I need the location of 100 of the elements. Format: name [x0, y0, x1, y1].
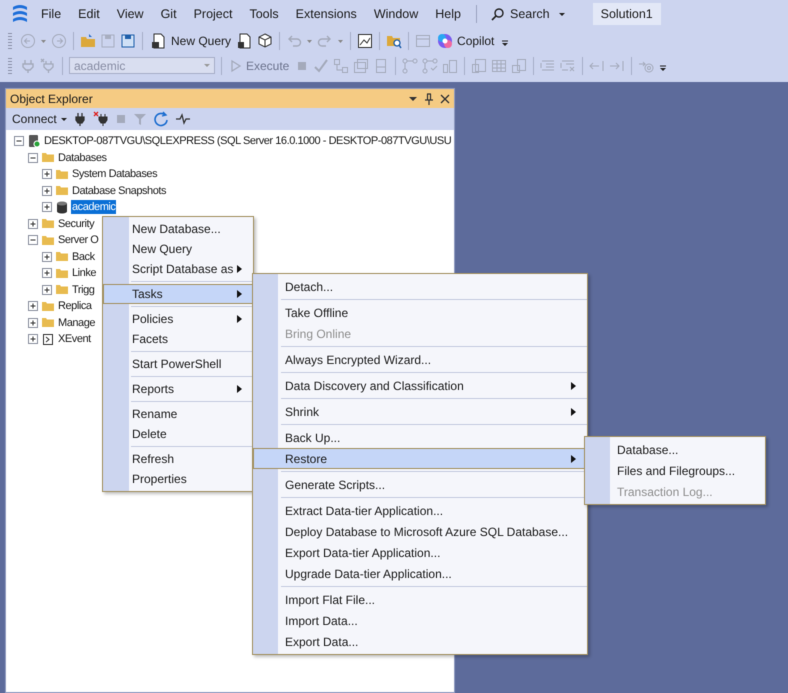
- menu-item[interactable]: Deploy Database to Microsoft Azure SQL Database...: [253, 521, 587, 542]
- menu-item[interactable]: Detach...: [253, 276, 587, 297]
- menu-item[interactable]: Window: [374, 7, 418, 21]
- menu-item[interactable]: Export Data...: [253, 631, 587, 652]
- filter-icon[interactable]: [132, 111, 147, 127]
- search-button[interactable]: Search: [485, 7, 571, 21]
- menu-item[interactable]: Edit: [78, 7, 100, 21]
- tree-node-label[interactable]: System Databases: [71, 167, 158, 182]
- uncomment-icon[interactable]: [560, 58, 576, 74]
- cube-icon[interactable]: [257, 32, 274, 48]
- expander-icon[interactable]: [42, 186, 52, 196]
- expander-icon[interactable]: [28, 152, 38, 163]
- grid-icon[interactable]: [491, 58, 508, 74]
- menu-item[interactable]: Back Up...: [253, 427, 587, 448]
- tree-node-label[interactable]: Manage: [57, 316, 96, 330]
- menu-item[interactable]: Rename: [103, 404, 253, 424]
- expander-icon[interactable]: [28, 318, 38, 328]
- expander-icon[interactable]: [42, 202, 52, 212]
- bar-chart-icon[interactable]: [442, 58, 458, 74]
- folder-icon: [56, 251, 68, 262]
- plug-icon[interactable]: [72, 111, 87, 127]
- menu-item[interactable]: Policies: [103, 309, 253, 329]
- menu-item[interactable]: New Database...: [103, 219, 253, 239]
- expander-icon[interactable]: [28, 334, 38, 344]
- menu-item[interactable]: Start PowerShell: [103, 354, 253, 374]
- menu-item[interactable]: Project: [194, 7, 232, 21]
- menu-item[interactable]: View: [116, 7, 144, 21]
- menu-item[interactable]: Always Encrypted Wizard...: [253, 349, 587, 370]
- menu-item[interactable]: Shrink: [253, 401, 587, 422]
- tree-node-label[interactable]: Replica: [57, 299, 93, 314]
- expander-icon[interactable]: [42, 169, 52, 180]
- expander-icon[interactable]: [14, 136, 24, 146]
- tree-node-label[interactable]: Database Snapshots: [71, 184, 168, 198]
- menu-item[interactable]: Properties: [103, 469, 253, 489]
- export-icon[interactable]: [511, 58, 528, 74]
- folder-icon[interactable]: [80, 32, 96, 48]
- menu-item[interactable]: Git: [160, 7, 177, 21]
- tree-node-label[interactable]: academic: [71, 200, 116, 214]
- toolbar-grip[interactable]: [8, 58, 12, 74]
- tree-node-label[interactable]: DESKTOP-087TVGU\SQLEXPRESS (SQL Server 16.0.1000 - DESKTOP-087TVGU\USU: [43, 134, 452, 148]
- forward-icon[interactable]: [51, 32, 67, 48]
- activity-icon[interactable]: [174, 111, 191, 127]
- document-icon: [151, 32, 167, 48]
- toolbar-grip[interactable]: [8, 32, 12, 48]
- redo-icon[interactable]: [317, 32, 334, 48]
- tree-node-label[interactable]: Back: [71, 250, 96, 264]
- document-icon[interactable]: [237, 32, 254, 48]
- menu-item[interactable]: Extract Data-tier Application...: [253, 500, 587, 521]
- menu-item[interactable]: Script Database as: [103, 259, 253, 279]
- menu-item[interactable]: Export Data-tier Application...: [253, 542, 587, 563]
- tree-node-label[interactable]: Trigg: [71, 282, 96, 297]
- nodes-icon[interactable]: [402, 58, 418, 74]
- menu-item[interactable]: File: [41, 7, 62, 21]
- folder-icon: [56, 185, 68, 196]
- pin-icon[interactable]: [424, 92, 434, 104]
- menu-item[interactable]: Tools: [249, 7, 279, 21]
- tree-node-label[interactable]: Security: [57, 216, 96, 231]
- checkmark-icon[interactable]: [313, 58, 330, 74]
- tree-node-label[interactable]: Databases: [57, 150, 108, 165]
- expander-icon[interactable]: [28, 301, 38, 312]
- expander-icon[interactable]: [42, 284, 52, 295]
- diagram-icon[interactable]: [333, 58, 350, 74]
- menu-item[interactable]: Facets: [103, 329, 253, 349]
- menu-item[interactable]: Delete: [103, 424, 253, 444]
- menu-item[interactable]: Help: [435, 7, 461, 21]
- menu-item[interactable]: Import Flat File...: [253, 589, 587, 610]
- menu-item[interactable]: New Query: [103, 239, 253, 259]
- save-all-icon[interactable]: [120, 32, 136, 48]
- chart-window-icon[interactable]: [357, 32, 374, 48]
- disconnect-icon[interactable]: [92, 111, 109, 127]
- tree-node-label[interactable]: XEvent: [57, 332, 92, 346]
- menu-item[interactable]: Data Discovery and Classification: [253, 375, 587, 396]
- menu-item[interactable]: Take Offline: [253, 302, 587, 323]
- refresh-icon[interactable]: [152, 111, 169, 127]
- menu-item[interactable]: Upgrade Data-tier Application...: [253, 563, 587, 584]
- tree-node-label[interactable]: Linke: [71, 266, 98, 280]
- menu-item[interactable]: Import Data...: [253, 610, 587, 631]
- nodes-icon[interactable]: [422, 58, 438, 74]
- expander-icon[interactable]: [42, 268, 52, 278]
- copilot-button[interactable]: Copilot: [435, 32, 496, 48]
- expander-icon[interactable]: [28, 235, 38, 246]
- menu-item[interactable]: Restore: [253, 448, 587, 469]
- expander-icon[interactable]: [42, 252, 52, 262]
- menu-item[interactable]: Files and Filegroups...: [585, 460, 765, 481]
- undo-icon[interactable]: [286, 32, 302, 48]
- back-icon[interactable]: [20, 32, 36, 48]
- connect-button[interactable]: Connect: [12, 112, 67, 126]
- menu-item[interactable]: Database...: [585, 439, 765, 460]
- comment-icon[interactable]: [540, 58, 556, 74]
- window-icon[interactable]: [415, 32, 432, 48]
- tree-node-label[interactable]: Server O: [57, 233, 100, 248]
- menu-item[interactable]: Reports: [103, 379, 253, 399]
- menu-item[interactable]: Extensions: [296, 7, 357, 21]
- new-query-button[interactable]: New Query: [149, 32, 234, 48]
- menu-item[interactable]: Tasks: [103, 284, 253, 304]
- menu-item[interactable]: Refresh: [103, 449, 253, 469]
- menu-item[interactable]: Generate Scripts...: [253, 474, 587, 495]
- windows-icon[interactable]: [353, 58, 370, 74]
- expander-icon[interactable]: [28, 218, 38, 229]
- close-icon[interactable]: [440, 92, 450, 104]
